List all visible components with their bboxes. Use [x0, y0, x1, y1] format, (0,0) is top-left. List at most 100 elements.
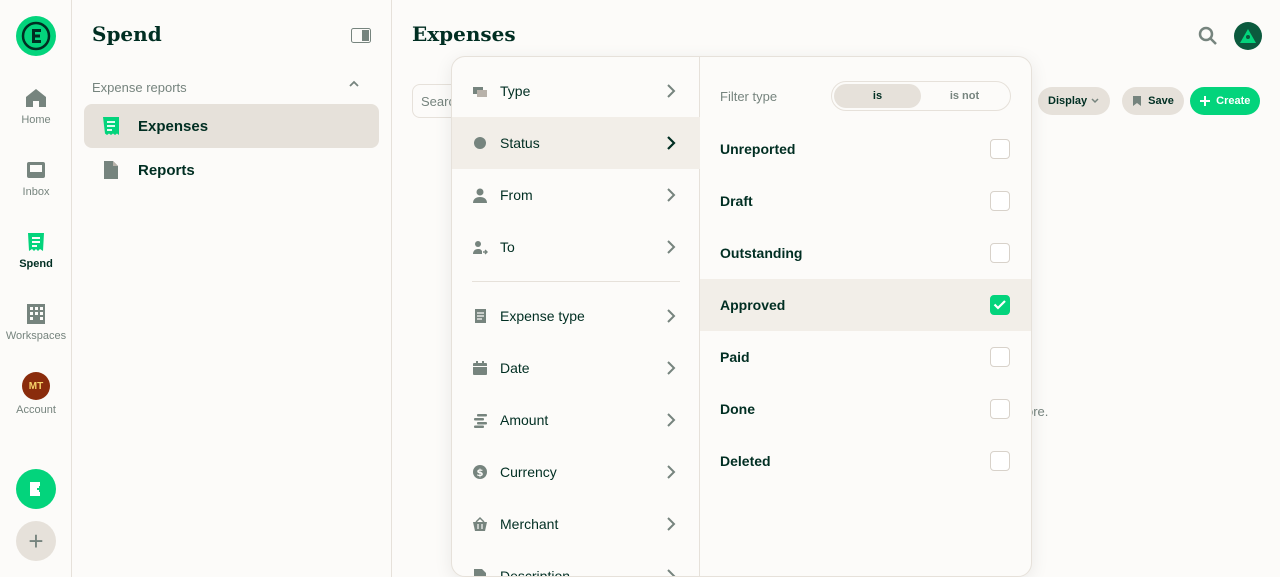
field-label: Currency: [500, 464, 557, 480]
section-header-expense-reports[interactable]: Expense reports: [92, 80, 360, 95]
filter-field-status[interactable]: Status: [452, 117, 700, 169]
person-icon: [473, 188, 487, 203]
search-icon[interactable]: [1198, 26, 1218, 46]
mountain-icon: [1240, 29, 1256, 43]
status-icon: [474, 137, 486, 149]
display-label: Display: [1048, 95, 1088, 107]
lhn-item-reports[interactable]: Reports: [84, 148, 379, 192]
inbox-icon: [27, 162, 45, 178]
checkbox[interactable]: [990, 243, 1010, 263]
field-label: Type: [500, 83, 531, 99]
filter-popover: Type Status From To Expense type Date Am…: [451, 56, 1032, 577]
field-label: To: [500, 239, 515, 255]
status-option-paid[interactable]: Paid: [700, 331, 1031, 383]
lhn-title: Spend: [92, 22, 162, 46]
expensify-logo[interactable]: [16, 16, 56, 56]
document-icon: [474, 569, 486, 576]
checkbox[interactable]: [990, 451, 1010, 471]
section-label: Expense reports: [92, 80, 187, 95]
chevron-right-icon: [667, 240, 676, 254]
rail-account-label: Account: [16, 404, 56, 416]
status-label: Done: [720, 401, 755, 417]
filter-field-type[interactable]: Type: [452, 65, 700, 117]
chevron-right-icon: [667, 569, 676, 576]
rail-inbox[interactable]: Inbox: [0, 158, 72, 198]
field-label: Merchant: [500, 516, 559, 532]
chevron-down-icon: [1091, 98, 1099, 104]
status-label: Approved: [720, 297, 786, 313]
status-option-done[interactable]: Done: [700, 383, 1031, 435]
status-label: Draft: [720, 193, 753, 209]
avatar: MT: [22, 372, 50, 400]
checkbox[interactable]: [990, 347, 1010, 367]
status-label: Paid: [720, 349, 750, 365]
checkbox[interactable]: [990, 295, 1010, 315]
calendar-icon: [473, 361, 487, 375]
document-icon: [104, 161, 118, 179]
create-label: Create: [1216, 95, 1251, 107]
filter-field-from[interactable]: From: [452, 169, 700, 221]
chevron-right-icon: [667, 465, 676, 479]
filter-field-date[interactable]: Date: [452, 342, 700, 394]
field-label: Description: [500, 568, 571, 577]
chevron-right-icon: [667, 309, 676, 323]
field-label: From: [500, 187, 533, 203]
field-label: Date: [500, 360, 530, 376]
dollar-icon: $: [473, 465, 487, 479]
status-option-unreported[interactable]: Unreported: [700, 123, 1031, 175]
chevron-right-icon: [667, 188, 676, 202]
filter-field-merchant[interactable]: Merchant: [452, 498, 700, 550]
toggle-is[interactable]: is: [834, 84, 921, 108]
coins-icon: [474, 414, 487, 428]
status-option-approved[interactable]: Approved: [700, 279, 1031, 331]
save-button[interactable]: Save: [1122, 87, 1184, 115]
rail-home-label: Home: [21, 114, 51, 126]
status-options: Filter type is is not Unreported Draft O…: [700, 57, 1031, 576]
chevron-right-icon: [667, 413, 676, 427]
type-icon: [473, 87, 487, 97]
receipt-icon: [103, 117, 119, 135]
page-title: Expenses: [412, 22, 516, 46]
status-option-deleted[interactable]: Deleted: [700, 435, 1031, 487]
filter-field-amount[interactable]: Amount: [452, 394, 700, 446]
create-button[interactable]: Create: [1190, 87, 1261, 115]
field-label: Amount: [500, 412, 549, 428]
bookmark-icon: [1133, 96, 1141, 106]
building-icon: [27, 304, 45, 324]
filter-field-currency[interactable]: $ Currency: [452, 446, 700, 498]
status-label: Deleted: [720, 453, 771, 469]
field-label: Expense type: [500, 308, 585, 324]
status-option-outstanding[interactable]: Outstanding: [700, 227, 1031, 279]
global-nav-rail: Home Inbox Spend Workspaces MT Account +: [0, 0, 72, 577]
add-button[interactable]: +: [16, 521, 56, 561]
workspace-avatar[interactable]: [1234, 22, 1262, 50]
toggle-is-not[interactable]: is not: [921, 84, 1008, 108]
rail-spend-label: Spend: [19, 258, 53, 270]
rail-home[interactable]: Home: [0, 86, 72, 126]
display-button[interactable]: Display: [1038, 87, 1111, 115]
chevron-right-icon: [667, 361, 676, 375]
checkbox[interactable]: [990, 191, 1010, 211]
new-expense-button[interactable]: [16, 469, 56, 509]
receipt-icon: [28, 233, 44, 251]
basket-icon: [473, 516, 487, 531]
filter-field-expense-type[interactable]: Expense type: [452, 290, 700, 342]
field-label: Status: [500, 135, 540, 151]
filter-type-toggle: is is not: [831, 81, 1011, 111]
status-option-draft[interactable]: Draft: [700, 175, 1031, 227]
rail-workspaces[interactable]: Workspaces: [0, 302, 72, 342]
filter-field-description[interactable]: Description: [452, 550, 700, 577]
divider: [472, 281, 680, 282]
lhn-item-expenses[interactable]: Expenses: [84, 104, 379, 148]
checkbox[interactable]: [990, 399, 1010, 419]
lhn-item-label: Reports: [138, 161, 195, 179]
collapse-sidebar-icon[interactable]: [351, 28, 371, 43]
filter-field-list: Type Status From To Expense type Date Am…: [452, 57, 700, 576]
status-label: Unreported: [720, 141, 796, 157]
plus-icon: +: [28, 525, 44, 556]
chevron-up-icon: [349, 80, 359, 87]
rail-spend[interactable]: Spend: [0, 230, 72, 270]
filter-field-to[interactable]: To: [452, 221, 700, 273]
checkbox[interactable]: [990, 139, 1010, 159]
rail-account[interactable]: MT Account: [0, 372, 72, 416]
